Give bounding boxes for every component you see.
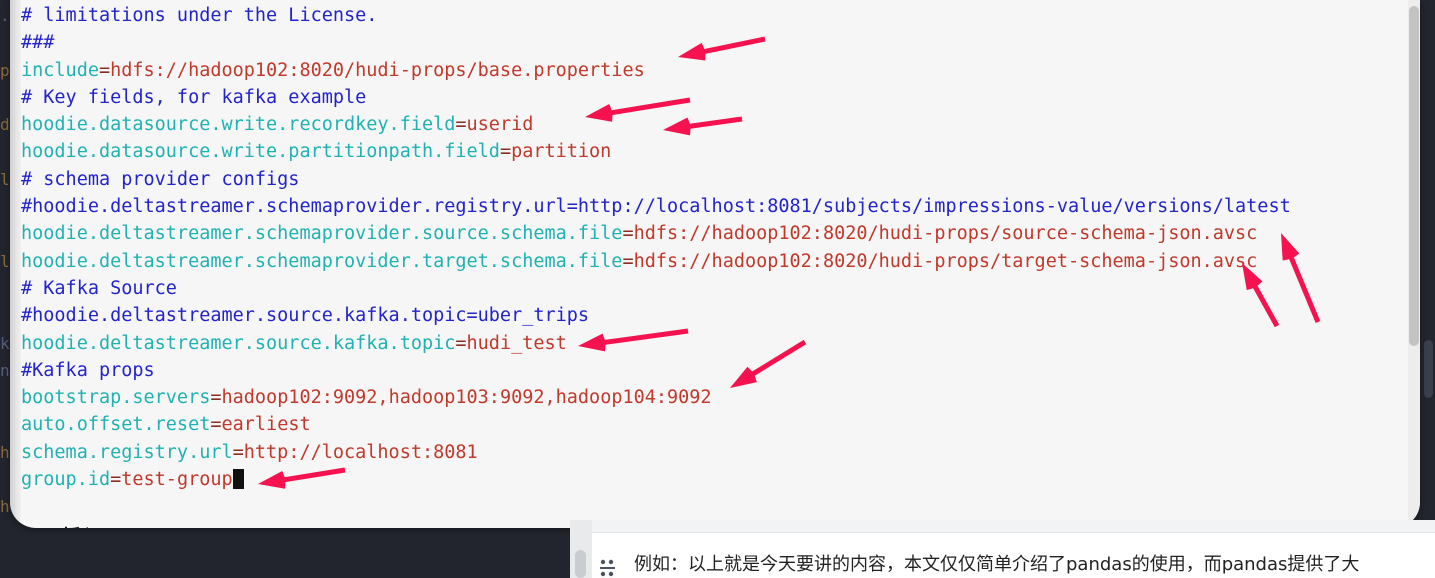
code-line[interactable]: hoodie.deltastreamer.schemaprovider.sour… bbox=[21, 220, 1406, 247]
terminal-content: # limitations under the License. ### inclu… bbox=[10, 0, 1420, 528]
property-equals: = bbox=[98, 59, 111, 81]
code-line[interactable]: schema.registry.url=http://localhost:808… bbox=[21, 439, 1406, 466]
code-line[interactable]: hoodie.datasource.write.recordkey.field=… bbox=[21, 111, 1406, 138]
property-value: hdfs://hadoop102:8020/hudi-props/base.pr… bbox=[110, 59, 645, 81]
code-comment: # limitations under the License. bbox=[21, 5, 378, 26]
code-comment: # schema provider configs bbox=[21, 168, 300, 190]
text-cursor bbox=[232, 469, 244, 490]
code-line[interactable]: include=hdfs://hadoop102:8020/hudi-props… bbox=[21, 57, 1406, 84]
code-comment: #hoodie.deltastreamer.source.kafka.topic… bbox=[21, 305, 590, 327]
code-line[interactable]: #hoodie.deltastreamer.source.kafka.topic… bbox=[21, 302, 1406, 329]
code-line[interactable]: #hoodie.deltastreamer.schemaprovider.reg… bbox=[21, 193, 1406, 220]
property-key: hoodie.deltastreamer.schemaprovider.sour… bbox=[21, 223, 623, 245]
code-line[interactable]: # Key fields, for kafka example bbox=[21, 84, 1406, 111]
property-value: test-group bbox=[121, 469, 233, 491]
code-line[interactable]: group.id=test-group bbox=[21, 466, 1406, 493]
terminal-scrollbar-thumb[interactable] bbox=[1409, 6, 1419, 346]
property-key: group.id bbox=[21, 469, 111, 491]
property-equals: = bbox=[232, 441, 244, 463]
property-equals: = bbox=[210, 414, 222, 436]
code-line[interactable]: hoodie.deltastreamer.source.kafka.topic=… bbox=[21, 330, 1406, 357]
article-paragraph: 例如：以上就是今天要讲的内容，本文仅仅简单介绍了pandas的使用，而panda… bbox=[634, 550, 1435, 578]
property-key: bootstrap.servers bbox=[21, 387, 211, 409]
drag-handle-icon[interactable] bbox=[598, 558, 618, 578]
browser-article-strip: 例如：以上就是今天要讲的内容，本文仅仅简单介绍了pandas的使用，而panda… bbox=[570, 520, 1435, 578]
property-value: http://localhost:8081 bbox=[243, 441, 478, 463]
property-value: partition bbox=[511, 141, 612, 163]
strip-left-rail bbox=[570, 520, 592, 578]
property-key: hoodie.datasource.write.recordkey.field bbox=[21, 114, 456, 136]
code-line[interactable]: bootstrap.servers=hadoop102:9092,hadoop1… bbox=[21, 384, 1406, 411]
property-key: hoodie.deltastreamer.schemaprovider.targ… bbox=[21, 250, 623, 272]
vim-mode-indicator: -- 插入 -- bbox=[29, 524, 133, 528]
vim-buffer[interactable]: # limitations under the License. ### inclu… bbox=[21, 2, 1406, 493]
property-key: hoodie.datasource.write.partitionpath.fi… bbox=[21, 141, 500, 163]
code-comment: #Kafka props bbox=[21, 359, 155, 381]
code-comment: # Kafka Source bbox=[21, 277, 177, 299]
property-equals: = bbox=[622, 223, 634, 245]
background-editor-scrollbar[interactable] bbox=[1424, 340, 1433, 398]
property-value: userid bbox=[466, 114, 534, 136]
terminal-scrollbar-track[interactable] bbox=[1408, 0, 1420, 528]
property-equals: = bbox=[455, 332, 467, 354]
property-value: hadoop102:9092,hadoop103:9092,hadoop104:… bbox=[221, 387, 712, 409]
code-line[interactable]: ### bbox=[21, 29, 1406, 56]
property-value: hudi_test bbox=[466, 332, 567, 354]
property-key: include bbox=[21, 59, 99, 81]
property-equals: = bbox=[622, 250, 634, 272]
property-key: hoodie.deltastreamer.source.kafka.topic bbox=[21, 332, 456, 354]
code-line[interactable]: hoodie.datasource.write.partitionpath.fi… bbox=[21, 138, 1406, 165]
property-key: schema.registry.url bbox=[21, 441, 233, 463]
code-line[interactable]: # Kafka Source bbox=[21, 275, 1406, 302]
property-equals: = bbox=[499, 141, 512, 163]
screen-root: . pa de ler ler ka.n.t ha hos ub0202 # l… bbox=[0, 0, 1435, 578]
property-value: hdfs://hadoop102:8020/hudi-props/source-… bbox=[633, 223, 1258, 245]
property-equals: = bbox=[210, 387, 222, 409]
terminal-left-gutter bbox=[10, 0, 21, 528]
code-comment: ### bbox=[21, 32, 55, 54]
code-line[interactable]: #Kafka props bbox=[21, 357, 1406, 384]
strip-scrollbar-thumb[interactable] bbox=[575, 550, 586, 578]
code-comment: #hoodie.deltastreamer.schemaprovider.reg… bbox=[21, 196, 1291, 218]
property-key: auto.offset.reset bbox=[21, 414, 211, 436]
property-equals: = bbox=[110, 469, 122, 491]
code-line[interactable]: # schema provider configs bbox=[21, 166, 1406, 193]
property-value: earliest bbox=[221, 414, 311, 436]
code-comment: # Key fields, for kafka example bbox=[21, 86, 367, 108]
code-line[interactable]: # limitations under the License. bbox=[21, 2, 1406, 29]
terminal-window[interactable]: # limitations under the License. ### inclu… bbox=[10, 0, 1420, 528]
property-value: hdfs://hadoop102:8020/hudi-props/target-… bbox=[633, 250, 1258, 272]
code-line[interactable]: hoodie.deltastreamer.schemaprovider.targ… bbox=[21, 248, 1406, 275]
property-equals: = bbox=[455, 114, 467, 136]
code-line[interactable]: auto.offset.reset=earliest bbox=[21, 411, 1406, 438]
article-line-1: 例如：以上就是今天要讲的内容，本文仅仅简单介绍了pandas的使用，而panda… bbox=[634, 554, 1360, 575]
strip-divider bbox=[592, 520, 1435, 533]
